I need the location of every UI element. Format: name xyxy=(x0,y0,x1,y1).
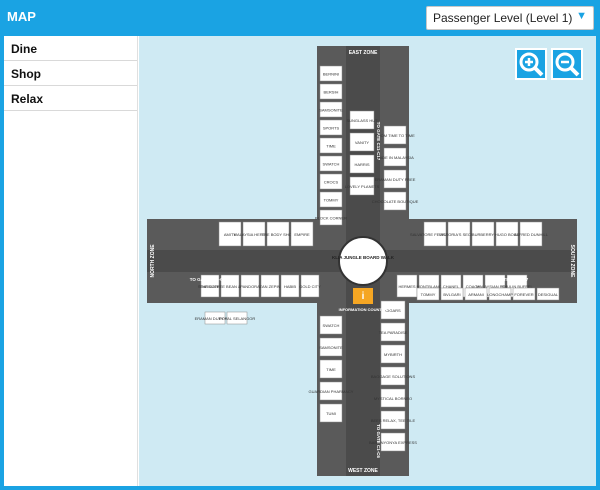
shop-label: DESIGUAL xyxy=(538,292,559,297)
shop-label: SPORTS xyxy=(323,126,340,131)
shop-east-lower[interactable]: TOMMY xyxy=(416,287,440,301)
shop-label: LOVELY PLANETS xyxy=(345,184,380,189)
shop-west-top[interactable]: EMPIRE xyxy=(290,221,314,247)
shop-west-bottom[interactable]: GOLD CITY xyxy=(299,274,321,298)
shop-label: SWATCH xyxy=(323,162,340,167)
shop-north-left[interactable]: TOMMY xyxy=(319,191,343,208)
shop-label: GOLD CITY xyxy=(299,284,321,289)
shop-label: BAGGAGE SOLUTIONS xyxy=(371,374,416,379)
zoom-in-icon xyxy=(519,52,544,77)
shop-label: BVLGARI xyxy=(443,292,460,297)
shop-south-left[interactable]: TUMI xyxy=(319,403,343,423)
shop-label: TIME xyxy=(326,367,336,372)
west-zone-label: WEST ZONE xyxy=(348,468,378,474)
shop-label: CIGARS xyxy=(385,308,401,313)
level-select[interactable]: Passenger Level (Level 1) ▼ xyxy=(426,6,594,30)
gate-left-label: TO GATE C11-C17 xyxy=(190,277,229,282)
shop-label: TIME xyxy=(326,144,336,149)
shop-label: BURBERRY xyxy=(472,232,494,237)
chevron-down-icon: ▼ xyxy=(576,10,587,22)
shop-north-left[interactable]: TIME xyxy=(319,137,343,154)
shop-north-left[interactable]: BERNINI xyxy=(319,65,343,82)
east-zone-label: EAST ZONE xyxy=(349,50,378,56)
shop-label: ROYAL SELANGOR xyxy=(219,316,256,321)
category-sidebar: Dine Shop Relax xyxy=(4,36,138,486)
shop-north-left[interactable]: SAMSONITE xyxy=(319,101,343,118)
shop-label: MYBIRTH xyxy=(384,352,402,357)
shop-south-right[interactable]: MYBIRTH xyxy=(380,344,406,364)
shop-east-lower[interactable]: FOREVER xyxy=(512,287,536,301)
shop-label: THE BODY SHOP xyxy=(262,232,295,237)
shop-south-right[interactable]: TEA PARADISE xyxy=(379,322,408,342)
terminal-map[interactable]: BERNINI BERSIH SAMSONITE SPORTS TIME SWATCH CR… xyxy=(139,36,596,486)
gate-top-label: TO GATE C11-C17 xyxy=(376,122,381,161)
shop-label: BEES RELAX, TEE TILE xyxy=(371,418,416,423)
shop-north-middle[interactable]: SUNGLASS HUT xyxy=(346,110,378,130)
shop-label: VANITY xyxy=(355,140,369,145)
shop-east-lower[interactable]: DESIGUAL xyxy=(536,287,560,301)
shop-north-middle[interactable]: HARRIS xyxy=(349,154,375,174)
info-icon: i xyxy=(362,291,365,302)
information-counter-label: INFORMATION COUNTER xyxy=(339,307,388,312)
shop-label: ARMANI xyxy=(468,292,484,297)
shop-label: MYSTICAL BORNEO xyxy=(374,396,412,401)
shop-label: SWATCH xyxy=(323,323,340,328)
jungle-boardwalk[interactable] xyxy=(338,236,388,286)
sidebar-item-relax[interactable]: Relax xyxy=(4,86,137,111)
shop-label: BLOCK CORNER xyxy=(315,216,347,221)
shop-south-left[interactable]: TIME xyxy=(319,359,343,379)
south-zone-label: SOUTH ZONE xyxy=(569,245,575,278)
shop-west-bottom[interactable]: HABIB xyxy=(280,274,300,298)
gate-bottom-label: TO GATE C1-C6 xyxy=(376,424,381,458)
shop-label: SUNGLASS HUT xyxy=(346,118,378,123)
north-zone-label: NORTH ZONE xyxy=(150,244,156,278)
shop-label: TEA PARADISE xyxy=(379,330,408,335)
shop-label: ALFRED DUNHILL xyxy=(514,232,549,237)
zoom-out-button[interactable] xyxy=(551,48,583,80)
shop-label: ERAMAN DUTY FREE xyxy=(375,177,416,182)
shop-north-middle[interactable]: VANITY xyxy=(349,132,375,152)
header-bar: MAP Passenger Level (Level 1) ▼ xyxy=(0,0,600,36)
shop-east-bottom[interactable]: HERMES xyxy=(396,274,418,298)
shop-label: BERNINI xyxy=(323,72,339,77)
shop-label: FOREVER xyxy=(514,292,533,297)
shop-label: TOMMY xyxy=(324,198,339,203)
shop-east-lower[interactable]: LONGCHAMP xyxy=(487,287,513,301)
shop-north-left[interactable]: BERSIH xyxy=(319,83,343,100)
level-select-value: Passenger Level (Level 1) xyxy=(433,11,573,25)
shop-label: TOMMY xyxy=(421,292,436,297)
sidebar-item-shop[interactable]: Shop xyxy=(4,61,137,86)
shop-label: ZAN ZEPIN xyxy=(260,284,281,289)
shop-label: SAMSONITE xyxy=(319,345,343,350)
shop-east-lower[interactable]: ARMANI xyxy=(464,287,488,301)
shop-north-left[interactable]: CROCS xyxy=(319,173,343,190)
shop-south-left[interactable]: SAMSONITE xyxy=(319,337,343,357)
shop-label: HABIB xyxy=(284,284,296,289)
center-boardwalk-label: KLIA JUNGLE BOARD WALK xyxy=(332,255,395,260)
shop-north-left[interactable]: SWATCH xyxy=(319,155,343,172)
shop-label: HERMES xyxy=(398,284,415,289)
shop-label: BERSIH xyxy=(324,90,339,95)
zoom-out-icon xyxy=(555,52,580,77)
shop-north-left[interactable]: SPORTS xyxy=(319,119,343,136)
sidebar-item-dine[interactable]: Dine xyxy=(4,36,137,61)
shop-label: EMPIRE xyxy=(294,232,310,237)
shop-label: TUMI xyxy=(326,411,336,416)
shop-label: CHOCOLATE BOUTIQUE xyxy=(372,199,419,204)
shop-label: PANDORA xyxy=(240,284,260,289)
shop-label: HARRIS xyxy=(354,162,369,167)
page-title: MAP xyxy=(7,9,36,24)
zoom-in-button[interactable] xyxy=(515,48,547,80)
shop-south-left[interactable]: SWATCH xyxy=(319,315,343,335)
shop-west-bottom[interactable]: PANDORA xyxy=(240,274,260,298)
map-canvas[interactable]: BERNINI BERSIH SAMSONITE SPORTS TIME SWATCH CR… xyxy=(139,36,596,486)
shop-west-bottom[interactable]: ZAN ZEPIN xyxy=(260,274,281,298)
shop-east-lower[interactable]: BVLGARI xyxy=(440,287,464,301)
shop-label: LONGCHAMP xyxy=(487,292,513,297)
shop-east-top[interactable]: BURBERRY xyxy=(471,221,494,247)
shop-label: GUARDIAN PHARMACY xyxy=(309,389,354,394)
gate-right-label: TO GATE C11-C17 xyxy=(490,277,529,282)
shop-label: SAMSONITE xyxy=(319,108,343,113)
shop-label: CROCS xyxy=(324,180,339,185)
